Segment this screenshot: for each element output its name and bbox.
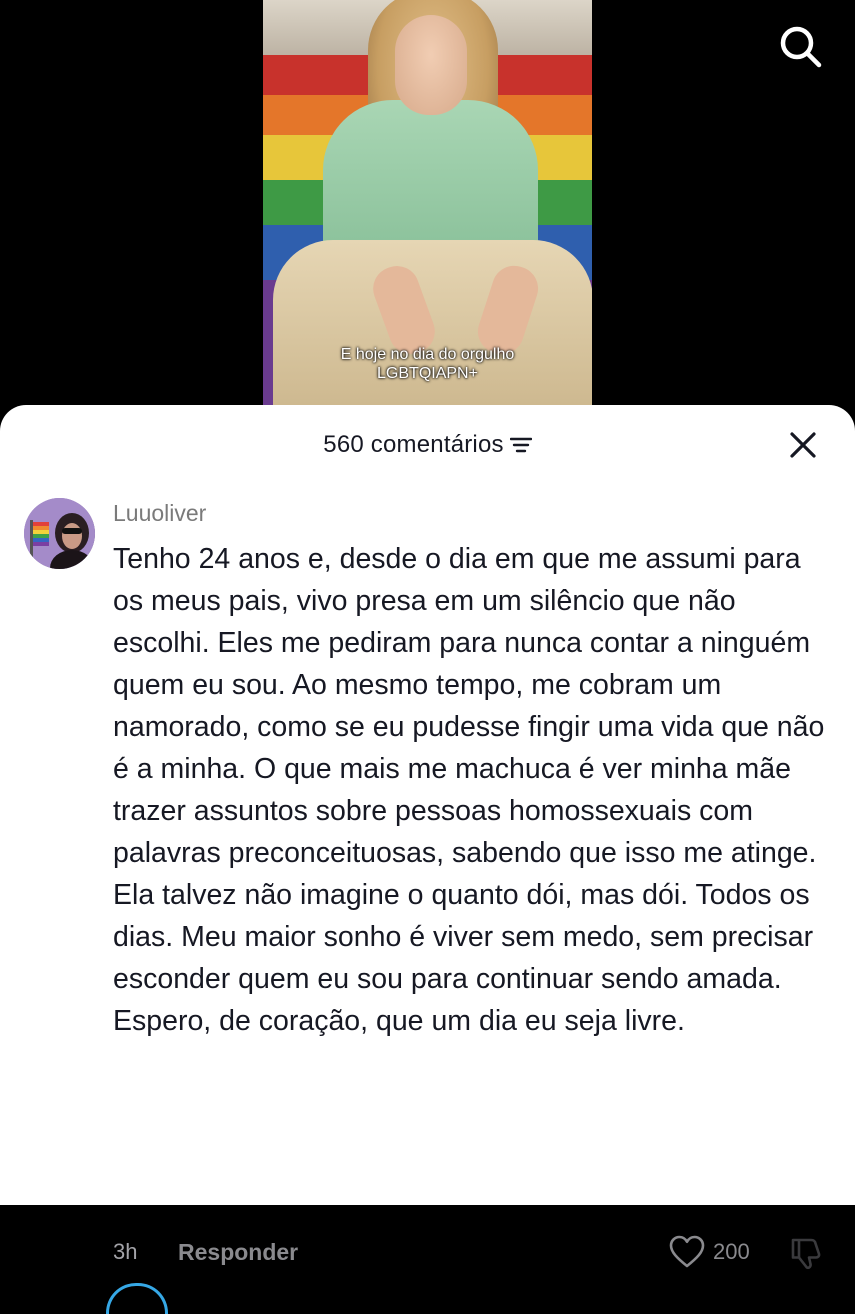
comments-sheet: 560 comentários Luuoliver Tenho 24 anos … [0, 405, 855, 1314]
comments-count-title: 560 comentários [0, 431, 855, 459]
like-count: 200 [713, 1239, 750, 1264]
video-caption-line2: LGBTQIAPN+ [377, 365, 478, 382]
next-comment-avatar[interactable] [106, 1283, 168, 1314]
comment-timestamp: 3h [113, 1239, 138, 1264]
reply-button[interactable]: Responder [178, 1239, 298, 1266]
video-caption-line1: E hoje no dia do orgulho [340, 346, 515, 363]
person-face [395, 15, 467, 115]
sort-icon[interactable] [509, 436, 532, 454]
comment-actions: 3h Responder 200 [0, 1235, 855, 1279]
close-icon[interactable] [787, 429, 819, 461]
video-player[interactable]: E hoje no dia do orgulho LGBTQIAPN+ [0, 0, 855, 420]
search-icon[interactable] [776, 22, 824, 70]
video-frame[interactable]: E hoje no dia do orgulho LGBTQIAPN+ [263, 0, 592, 405]
thumbs-down-icon[interactable] [788, 1235, 824, 1271]
comments-header: 560 comentários [0, 427, 855, 467]
avatar[interactable] [24, 498, 95, 569]
heart-icon[interactable] [669, 1235, 705, 1269]
comment-username[interactable]: Luuoliver [113, 500, 206, 527]
comments-count: 560 comentários [323, 431, 504, 458]
comment-text: Tenho 24 anos e, desde o dia em que me a… [113, 543, 825, 1037]
video-caption: E hoje no dia do orgulho LGBTQIAPN+ [263, 345, 592, 383]
avatar-image [24, 498, 95, 569]
